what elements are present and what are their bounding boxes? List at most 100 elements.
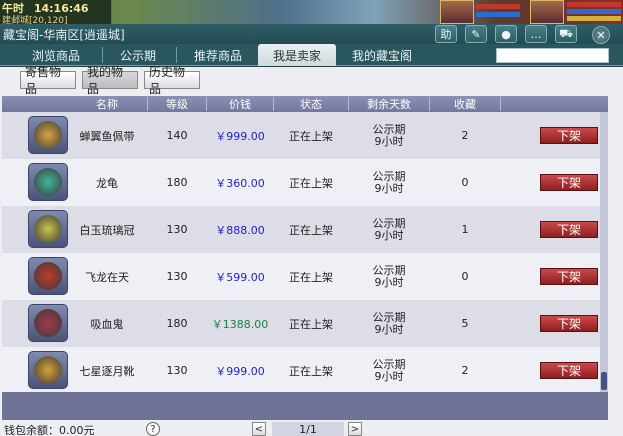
item-status: 正在上架 xyxy=(289,364,333,378)
column-price: 价钱 xyxy=(229,98,251,111)
days-left-line1: 公示期 xyxy=(372,169,406,183)
player-avatar[interactable] xyxy=(530,0,564,24)
boots-icon[interactable] xyxy=(28,351,68,389)
edit-icon[interactable]: ✎ xyxy=(465,25,487,43)
tab-my-pavilion[interactable]: 我的藏宝阁 xyxy=(340,44,424,66)
days-left-line2: 9小时 xyxy=(374,275,404,289)
table-row[interactable]: 吸血鬼 180 ￥1388.00 正在上架 公示期 9小时 5 下架 xyxy=(2,300,600,347)
item-list: 名称 等级 价钱 状态 剩余天数 收藏 蝉翼鱼佩带 140 ￥999.00 正在上架公… xyxy=(2,96,608,392)
days-left-line2: 9小时 xyxy=(374,134,404,148)
next-page-button[interactable]: > xyxy=(348,422,362,436)
pet-avatar[interactable] xyxy=(440,0,474,24)
seller-panel: 寄售物品 我的物品 历史物品 名称 等级 价钱 状态 剩余天数 收藏 蝉翼鱼佩带… xyxy=(0,65,623,436)
spear-icon[interactable] xyxy=(28,257,68,295)
item-price: ￥888.00 xyxy=(215,223,265,237)
item-days-left: 公示期 9小时 xyxy=(349,300,429,347)
record-icon[interactable]: ● xyxy=(495,25,517,43)
days-left-line1: 公示期 xyxy=(372,122,406,136)
game-location: 建邺城[20,120] xyxy=(2,16,68,24)
chat-icon[interactable]: … xyxy=(525,25,547,43)
help-icon[interactable]: ? xyxy=(146,422,160,436)
footer-bar: 钱包余额：0.00元 ? < 1/1 > xyxy=(0,420,623,436)
item-days-left: 公示期 9小时 xyxy=(349,347,429,392)
delist-button[interactable]: 下架 xyxy=(540,315,598,332)
days-left-line2: 9小时 xyxy=(374,369,404,383)
item-status: 正在上架 xyxy=(289,270,333,284)
table-row[interactable]: 白玉琉璃冠 130 ￥888.00 正在上架 公示期 9小时 1 下架 xyxy=(2,206,600,253)
table-row[interactable]: 七星逐月靴 130 ￥999.00 正在上架 公示期 9小时 2 下架 xyxy=(2,347,600,392)
item-days-left: 公示期 9小时 xyxy=(349,112,429,159)
item-name: 七星逐月靴 xyxy=(79,364,135,378)
delist-button[interactable]: 下架 xyxy=(540,221,598,238)
belt-icon[interactable] xyxy=(28,116,68,154)
days-left-line1: 公示期 xyxy=(372,357,406,371)
item-name: 蝉翼鱼佩带 xyxy=(79,129,135,143)
player-hp-bar xyxy=(567,2,621,7)
window-title: 藏宝阁-华南区[逍遥城] xyxy=(3,28,125,42)
item-favorites: 2 xyxy=(461,364,469,377)
table-row[interactable]: 飞龙在天 130 ￥599.00 正在上架 公示期 9小时 0 下架 xyxy=(2,253,600,300)
item-price: ￥999.00 xyxy=(215,129,265,143)
item-name: 吸血鬼 xyxy=(90,317,124,331)
dragon-turtle-icon[interactable] xyxy=(28,163,68,201)
item-status: 正在上架 xyxy=(289,129,333,143)
tab-seller[interactable]: 我是卖家 xyxy=(258,44,336,66)
column-level: 等级 xyxy=(166,98,188,111)
item-favorites: 1 xyxy=(461,223,469,236)
wallet-balance: 钱包余额：0.00元 xyxy=(4,424,95,436)
column-status: 状态 xyxy=(300,98,322,111)
item-price: ￥1388.00 xyxy=(211,317,269,331)
column-favorites: 收藏 xyxy=(454,98,476,111)
player-sp-bar xyxy=(567,16,621,21)
subtab-my-items[interactable]: 我的物品 xyxy=(82,65,138,96)
item-favorites: 5 xyxy=(461,317,469,330)
player-mp-bar xyxy=(567,9,621,14)
delist-button[interactable]: 下架 xyxy=(540,362,598,379)
page-indicator: 1/1 xyxy=(272,422,344,436)
item-level: 140 xyxy=(166,129,188,142)
days-left-line1: 公示期 xyxy=(372,216,406,230)
column-name: 名称 xyxy=(96,98,118,111)
delist-button[interactable]: 下架 xyxy=(540,174,598,191)
table-row[interactable]: 龙龟 180 ￥360.00 正在上架 公示期 9小时 0 下架 xyxy=(2,159,600,206)
treasure-pavilion-window: 藏宝阁-华南区[逍遥城] 助 ✎ ● … ⛟ ✕ 浏览商品 公示期 推荐商品 我… xyxy=(0,24,623,436)
days-left-line2: 9小时 xyxy=(374,181,404,195)
item-days-left: 公示期 9小时 xyxy=(349,206,429,253)
crown-icon[interactable] xyxy=(28,210,68,248)
subtab-history[interactable]: 历史物品 xyxy=(144,65,200,96)
vampire-icon[interactable] xyxy=(28,304,68,342)
item-name: 龙龟 xyxy=(96,176,118,190)
item-days-left: 公示期 9小时 xyxy=(349,253,429,300)
table-row[interactable]: 蝉翼鱼佩带 140 ￥999.00 正在上架 公示期 9小时 2 下架 xyxy=(2,112,600,159)
item-status: 正在上架 xyxy=(289,176,333,190)
item-favorites: 2 xyxy=(461,129,469,142)
days-left-line2: 9小时 xyxy=(374,322,404,336)
pet-hp-bar xyxy=(476,4,520,9)
pet-mp-bar xyxy=(476,12,520,17)
list-scrollbar[interactable] xyxy=(600,112,608,392)
table-header: 名称 等级 价钱 状态 剩余天数 收藏 xyxy=(2,96,608,112)
item-favorites: 0 xyxy=(461,176,469,189)
item-status: 正在上架 xyxy=(289,317,333,331)
subtab-consignment[interactable]: 寄售物品 xyxy=(20,65,76,96)
close-button[interactable]: ✕ xyxy=(592,26,610,44)
item-price: ￥360.00 xyxy=(215,176,265,190)
item-days-left: 公示期 9小时 xyxy=(349,159,429,206)
prev-page-button[interactable]: < xyxy=(252,422,266,436)
delist-button[interactable]: 下架 xyxy=(540,127,598,144)
item-level: 130 xyxy=(166,270,188,283)
game-clock: 午时 14:16:46 建邺城[20,120] xyxy=(0,0,112,24)
assistant-button[interactable]: 助 xyxy=(435,25,457,43)
days-left-line1: 公示期 xyxy=(372,263,406,277)
item-level: 130 xyxy=(166,223,188,236)
delist-button[interactable]: 下架 xyxy=(540,268,598,285)
search-input[interactable] xyxy=(496,48,609,63)
scrollbar-thumb[interactable] xyxy=(601,372,607,390)
item-name: 飞龙在天 xyxy=(85,270,129,284)
game-hud-strip: 午时 14:16:46 建邺城[20,120] xyxy=(0,0,623,24)
item-level: 180 xyxy=(166,176,188,189)
title-bar: 藏宝阁-华南区[逍遥城] 助 ✎ ● … ⛟ ✕ xyxy=(0,24,623,44)
cart-icon[interactable]: ⛟ xyxy=(555,25,577,43)
list-footer-strip xyxy=(2,392,608,420)
days-left-line2: 9小时 xyxy=(374,228,404,242)
